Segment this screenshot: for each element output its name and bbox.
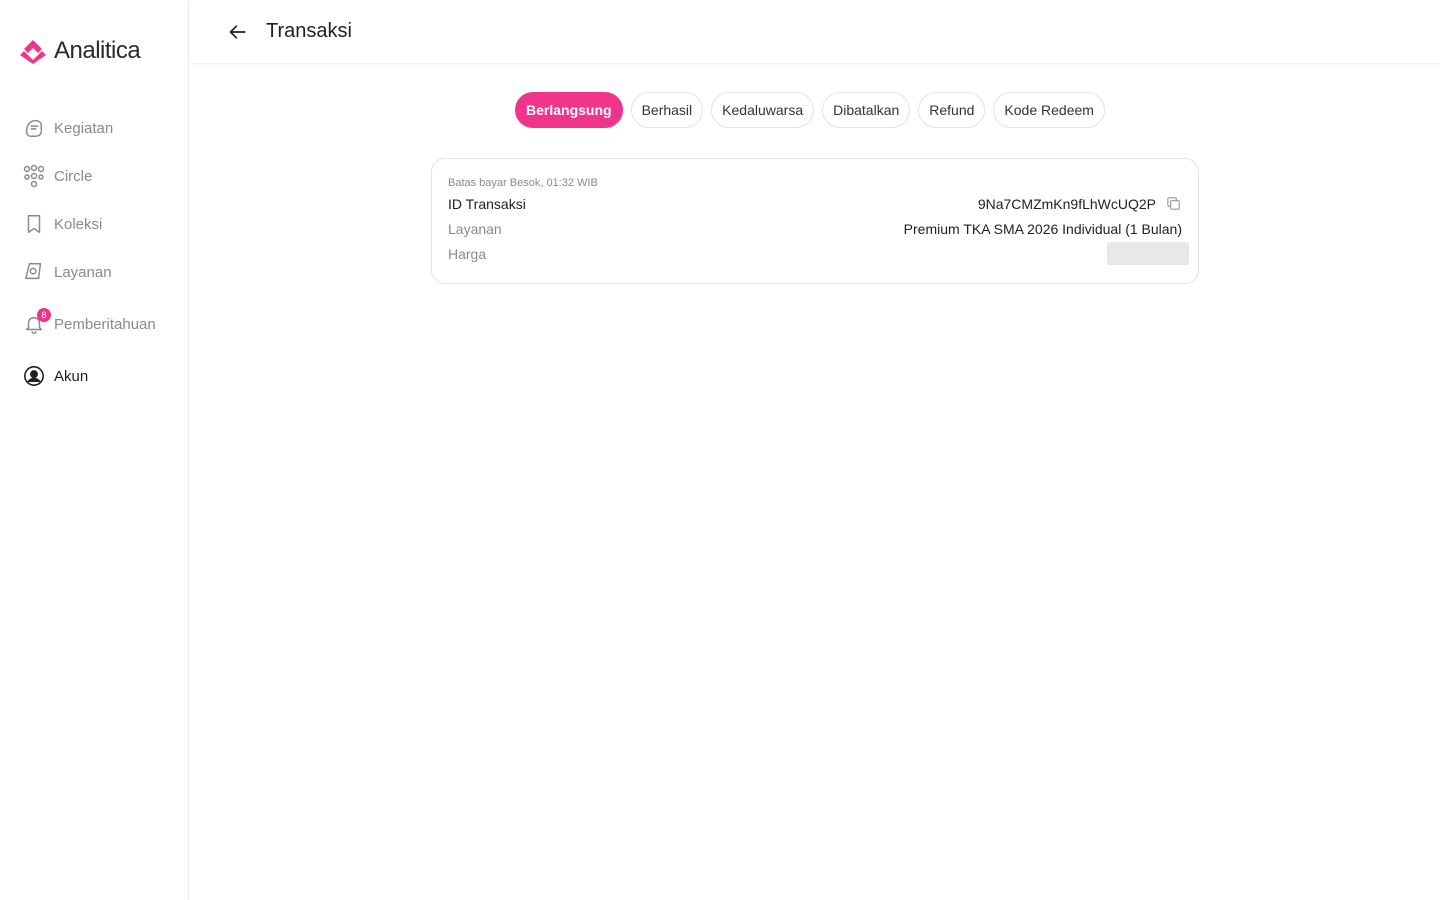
bookmark-icon	[22, 212, 46, 236]
sidebar-item-label: Layanan	[54, 263, 112, 281]
service-value: Premium TKA SMA 2026 Individual (1 Bulan…	[903, 220, 1182, 237]
tab-dibatalkan[interactable]: Dibatalkan	[822, 92, 911, 128]
tab-kode-redeem[interactable]: Kode Redeem	[993, 92, 1105, 128]
tab-berlangsung[interactable]: Berlangsung	[515, 92, 623, 128]
transaction-id-label: ID Transaksi	[448, 195, 526, 212]
notification-badge: 8	[37, 308, 51, 322]
tab-kedaluwarsa[interactable]: Kedaluwarsa	[711, 92, 815, 128]
sidebar-item-label: Akun	[54, 367, 89, 385]
activity-icon	[22, 116, 46, 140]
transaction-id-row: ID Transaksi 9Na7CMZmKn9fLhWcUQ2P	[448, 191, 1182, 216]
sidebar-item-label: Koleksi	[54, 215, 103, 233]
sidebar-item-label: Pemberitahuan	[54, 315, 156, 333]
sidebar-item-pemberitahuan[interactable]: 8 Pemberitahuan	[0, 296, 188, 352]
community-icon	[22, 164, 46, 188]
arrow-left-icon	[229, 24, 246, 39]
account-icon	[22, 364, 46, 388]
brand-logo[interactable]: Analitica	[18, 36, 141, 66]
sidebar-item-label: Kegiatan	[54, 119, 114, 137]
transaction-card[interactable]: Batas bayar Besok, 01:32 WIB ID Transaks…	[431, 158, 1199, 284]
sidebar-item-akun[interactable]: Akun	[0, 352, 188, 400]
price-label: Harga	[448, 245, 487, 262]
service-label: Layanan	[448, 220, 502, 237]
tab-refund[interactable]: Refund	[918, 92, 986, 128]
transaction-id-value-group: 9Na7CMZmKn9fLhWcUQ2P	[978, 195, 1182, 213]
transaction-status-tabs: Berlangsung Berhasil Kedaluwarsa Dibatal…	[515, 92, 1105, 128]
brand-name: Analitica	[54, 37, 141, 64]
sidebar-item-koleksi[interactable]: Koleksi	[0, 200, 188, 248]
page-header: Transaksi	[189, 0, 1440, 64]
transaction-id-value: 9Na7CMZmKn9fLhWcUQ2P	[977, 195, 1156, 212]
back-button[interactable]	[227, 21, 249, 43]
sidebar-item-layanan[interactable]: Layanan	[0, 248, 188, 296]
sidebar-item-circle[interactable]: Circle	[0, 152, 188, 200]
service-icon	[22, 260, 46, 284]
price-loading-placeholder	[1107, 242, 1189, 265]
tab-berhasil[interactable]: Berhasil	[630, 92, 704, 128]
page-title: Transaksi	[266, 20, 352, 42]
sidebar-item-kegiatan[interactable]: Kegiatan	[0, 104, 188, 152]
sidebar-nav: Kegiatan Circle Koleksi Layanan 8 Pember…	[0, 104, 188, 400]
payment-deadline: Batas bayar Besok, 01:32 WIB	[448, 177, 598, 189]
copy-icon[interactable]	[1164, 195, 1182, 213]
bell-icon: 8	[22, 308, 51, 336]
sidebar-item-label: Circle	[54, 167, 93, 185]
sidebar: Analitica Kegiatan Circle Koleksi Layana…	[0, 0, 189, 900]
analitica-logo-icon	[20, 40, 46, 64]
price-row: Harga	[448, 241, 1189, 266]
service-row: Layanan Premium TKA SMA 2026 Individual …	[448, 216, 1182, 241]
